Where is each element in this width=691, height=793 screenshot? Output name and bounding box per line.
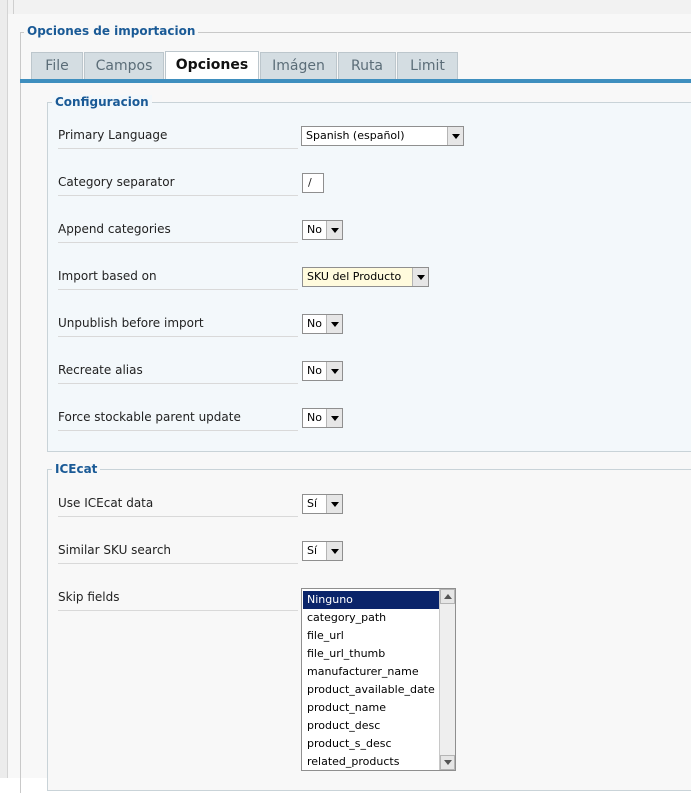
category-separator-label: Category separator	[58, 175, 175, 189]
import-based-on-label: Import based on	[58, 269, 157, 283]
tab-bar-underline	[20, 79, 691, 83]
skip-fields-label: Skip fields	[58, 590, 120, 604]
unpublish-row: Unpublish before import	[58, 316, 298, 337]
divider	[13, 0, 14, 14]
recreate-alias-label: Recreate alias	[58, 363, 143, 377]
import-based-on-select[interactable]: SKU del Producto	[302, 267, 429, 287]
unpublish-select[interactable]: No	[302, 314, 343, 334]
use-icecat-select[interactable]: Sí	[302, 494, 343, 514]
primary-language-row: Primary Language	[58, 128, 298, 149]
icecat-legend: ICEcat	[52, 462, 101, 476]
skip-fields-listbox[interactable]: Ninguno category_path file_url file_url_…	[301, 588, 456, 771]
chevron-down-icon[interactable]	[326, 495, 342, 513]
chevron-down-icon[interactable]	[326, 221, 342, 239]
category-separator-value: /	[308, 176, 312, 189]
tab-imagen[interactable]: Imágen	[260, 52, 337, 80]
similar-sku-select[interactable]: Sí	[302, 541, 343, 561]
configuracion-legend: Configuracion	[52, 95, 152, 109]
similar-sku-label: Similar SKU search	[58, 543, 172, 557]
list-item[interactable]: related_products	[303, 753, 440, 770]
similar-sku-value: Sí	[307, 544, 318, 557]
tab-ruta[interactable]: Ruta	[338, 52, 396, 80]
tab-campos[interactable]: Campos	[84, 52, 164, 80]
force-stockable-label: Force stockable parent update	[58, 410, 241, 424]
use-icecat-value: Sí	[307, 497, 318, 510]
tab-file[interactable]: File	[31, 52, 83, 80]
chevron-down-icon[interactable]	[412, 268, 428, 286]
chevron-down-icon[interactable]	[326, 362, 342, 380]
top-toolbar-strip	[0, 0, 691, 15]
skip-fields-row: Skip fields	[58, 590, 298, 611]
primary-language-value: Spanish (español)	[306, 129, 405, 142]
list-item[interactable]: file_url	[303, 627, 440, 645]
append-categories-value: No	[307, 223, 322, 236]
append-categories-row: Append categories	[58, 222, 298, 243]
force-stockable-row: Force stockable parent update	[58, 410, 298, 431]
list-item[interactable]: category_path	[303, 609, 440, 627]
import-based-on-row: Import based on	[58, 269, 298, 290]
list-item[interactable]: manufacturer_name	[303, 663, 440, 681]
list-item[interactable]: file_url_thumb	[303, 645, 440, 663]
list-item[interactable]: product_s_desc	[303, 735, 440, 753]
list-item[interactable]: product_name	[303, 699, 440, 717]
left-border	[0, 0, 8, 778]
chevron-down-icon[interactable]	[447, 127, 463, 145]
panel-title: Opciones de importacion	[24, 24, 199, 38]
primary-language-label: Primary Language	[58, 128, 168, 142]
list-item[interactable]: Ninguno	[303, 591, 440, 609]
scroll-up-icon[interactable]	[440, 589, 455, 604]
category-separator-row: Category separator	[58, 175, 298, 196]
primary-language-select[interactable]: Spanish (español)	[301, 126, 464, 146]
list-item[interactable]: product_desc	[303, 717, 440, 735]
similar-sku-row: Similar SKU search	[58, 543, 298, 564]
force-stockable-select[interactable]: No	[302, 408, 343, 428]
use-icecat-row: Use ICEcat data	[58, 496, 298, 517]
tab-limit[interactable]: Limit	[397, 52, 458, 80]
recreate-alias-row: Recreate alias	[58, 363, 298, 384]
unpublish-value: No	[307, 317, 322, 330]
append-categories-select[interactable]: No	[302, 220, 343, 240]
append-categories-label: Append categories	[58, 222, 171, 236]
tab-opciones[interactable]: Opciones	[165, 51, 259, 81]
force-stockable-value: No	[307, 411, 322, 424]
import-based-on-value: SKU del Producto	[307, 270, 402, 283]
chevron-down-icon[interactable]	[326, 409, 342, 427]
listbox-scrollbar[interactable]	[439, 589, 455, 770]
scroll-down-icon[interactable]	[440, 755, 455, 770]
recreate-alias-value: No	[307, 364, 322, 377]
unpublish-label: Unpublish before import	[58, 316, 204, 330]
use-icecat-label: Use ICEcat data	[58, 496, 154, 510]
chevron-down-icon[interactable]	[326, 542, 342, 560]
list-item[interactable]: product_available_date	[303, 681, 440, 699]
recreate-alias-select[interactable]: No	[302, 361, 343, 381]
chevron-down-icon[interactable]	[326, 315, 342, 333]
category-separator-input[interactable]: /	[302, 173, 324, 193]
